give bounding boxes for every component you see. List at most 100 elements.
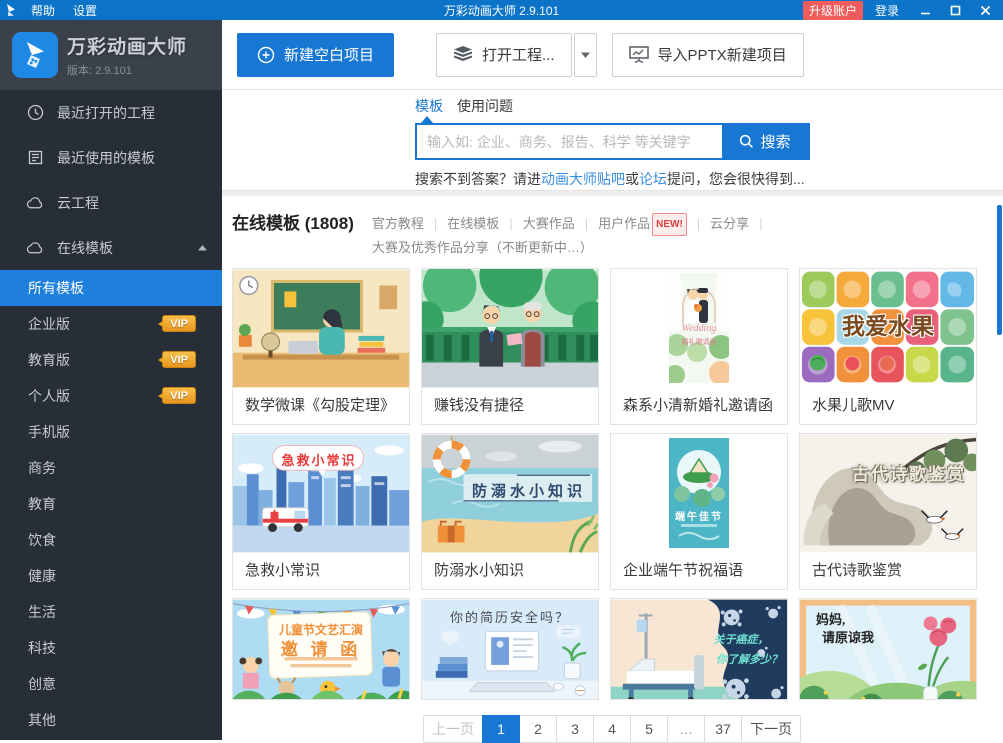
tab-usage-questions[interactable]: 使用问题 [457, 96, 513, 116]
template-thumbnail: 古代诗歌鉴赏 [800, 434, 976, 553]
template-title: 数学微课《勾股定理》 [233, 388, 409, 424]
template-card[interactable]: 你的简历安全吗？ [421, 598, 599, 700]
new-blank-project-button[interactable]: 新建空白项目 [237, 33, 394, 77]
template-thumbnail: 防溺水小知识 [422, 434, 598, 553]
thumb-overlay-text: 婚礼邀请函 [669, 337, 729, 347]
thumb-overlay-text: 请原谅我 [822, 627, 874, 646]
vip-badge: VIP [162, 351, 196, 368]
import-pptx-button[interactable]: 导入PPTX新建项目 [612, 33, 804, 77]
sidebar-item-other[interactable]: 其他 [0, 702, 222, 738]
menu-settings[interactable]: 设置 [64, 2, 106, 19]
sidebar-item-enterprise[interactable]: 企业版VIP [0, 306, 222, 342]
sidebar-item-recent-templates[interactable]: 最近使用的模板 [0, 135, 222, 180]
link-label: 云分享 [710, 216, 749, 231]
template-card[interactable]: 急救小常识 急救小常识 [232, 433, 410, 590]
sidebar-item-recent-projects[interactable]: 最近打开的工程 [0, 90, 222, 135]
link-official-tutorial[interactable]: 官方教程 [372, 216, 424, 231]
button-label: 搜索 [760, 131, 790, 152]
sidebar-item-personal[interactable]: 个人版VIP [0, 378, 222, 414]
template-thumbnail: 急救小常识 [233, 434, 409, 553]
sidebar-item-label: 教育 [28, 494, 56, 514]
sidebar-item-life[interactable]: 生活 [0, 594, 222, 630]
circle-plus-icon [257, 46, 275, 64]
open-project-button[interactable]: 打开工程... [436, 33, 572, 77]
link-label: 用户作品 [598, 216, 650, 231]
prev-page-button[interactable]: 上一页 [423, 715, 483, 743]
sidebar-item-label: 在线模板 [57, 238, 113, 258]
help-text: 或 [625, 171, 639, 187]
sidebar-item-all-templates[interactable]: 所有模板 [0, 270, 222, 306]
tieba-link[interactable]: 动画大师贴吧 [541, 171, 625, 187]
sidebar-item-label: 最近使用的模板 [57, 148, 155, 168]
template-card[interactable]: 妈妈, 请原谅我 [799, 598, 977, 700]
cloud-icon [26, 194, 44, 212]
page-ellipsis: … [667, 715, 705, 743]
sidebar-item-label: 所有模板 [28, 278, 84, 298]
content-area: 在线模板 (1808) 官方教程在线模板大赛作品用户作品NEW!云分享大赛及优秀… [222, 196, 1003, 743]
thumb-overlay-text: 邀 请 函 [269, 635, 373, 660]
sidebar-item-label: 饮食 [28, 530, 56, 550]
link-user-works[interactable]: 用户作品NEW! [575, 216, 687, 231]
app-name: 万彩动画大师 [67, 32, 187, 59]
template-icon [26, 149, 44, 167]
page-button-2[interactable]: 2 [519, 715, 557, 743]
sidebar-item-label: 企业版 [28, 314, 70, 334]
template-card[interactable]: Wedding 婚礼邀请函 森系小清新婚礼邀请函 [610, 268, 788, 425]
template-card[interactable]: 防溺水小知识 防溺水小知识 [421, 433, 599, 590]
template-thumbnail: Wedding 婚礼邀请函 [611, 269, 787, 388]
upgrade-account-button[interactable]: 升级账户 [803, 1, 863, 20]
template-grid: 数学微课《勾股定理》 [222, 258, 1003, 700]
template-card[interactable]: 端午佳节 企业端午节祝福语 [610, 433, 788, 590]
next-page-button[interactable]: 下一页 [741, 715, 801, 743]
pagination: 上一页 1 2 3 4 5 … 37 下一页 [222, 715, 1003, 743]
template-thumbnail [233, 269, 409, 388]
template-card[interactable]: 我爱水果 水果儿歌MV [799, 268, 977, 425]
template-card[interactable]: 古代诗歌鉴赏 古代诗歌鉴赏 [799, 433, 977, 590]
template-thumbnail: 端午佳节 [611, 434, 787, 553]
thumb-overlay-text: 妈妈, [816, 609, 845, 628]
search-button[interactable]: 搜索 [722, 125, 808, 158]
page-button-4[interactable]: 4 [593, 715, 631, 743]
link-cloud-share[interactable]: 云分享 [687, 216, 749, 231]
open-project-dropdown[interactable] [574, 33, 597, 77]
login-button[interactable]: 登录 [865, 2, 909, 19]
search-input[interactable] [417, 125, 722, 158]
sidebar-item-online-templates[interactable]: 在线模板 [0, 225, 222, 270]
sidebar-item-label: 商务 [28, 458, 56, 478]
minimize-icon[interactable] [911, 0, 939, 20]
sidebar-item-business[interactable]: 商务 [0, 450, 222, 486]
sidebar-item-creative[interactable]: 创意 [0, 666, 222, 702]
titlebar: 帮助 设置 万彩动画大师 2.9.101 升级账户 登录 [0, 0, 1003, 20]
menu-help[interactable]: 帮助 [22, 2, 64, 19]
sidebar-item-technology[interactable]: 科技 [0, 630, 222, 666]
close-icon[interactable] [971, 0, 999, 20]
sidebar-item-education-ed[interactable]: 教育版VIP [0, 342, 222, 378]
page-button-37[interactable]: 37 [704, 715, 742, 743]
sidebar-item-mobile[interactable]: 手机版 [0, 414, 222, 450]
link-contest-works[interactable]: 大赛作品 [499, 216, 574, 231]
sidebar-item-food[interactable]: 饮食 [0, 522, 222, 558]
template-card[interactable]: 关于癌症， 你了解多少？ [610, 598, 788, 700]
sidebar-item-label: 个人版 [28, 386, 70, 406]
sidebar-item-label: 生活 [28, 602, 56, 622]
button-label: 导入PPTX新建项目 [658, 44, 787, 65]
link-online-templates[interactable]: 在线模板 [424, 216, 499, 231]
sidebar-item-cloud-projects[interactable]: 云工程 [0, 180, 222, 225]
collapse-arrow-icon[interactable] [198, 245, 207, 251]
template-card[interactable]: 赚钱没有捷径 [421, 268, 599, 425]
sidebar-item-health[interactable]: 健康 [0, 558, 222, 594]
template-card[interactable]: 儿童节文艺汇演 邀 请 函 [232, 598, 410, 700]
page-button-3[interactable]: 3 [556, 715, 594, 743]
search-help-text: 搜索不到答案？请进动画大师贴吧或论坛提问，您会很快得到... [415, 169, 810, 189]
tab-template-search[interactable]: 模板 [415, 96, 443, 116]
page-button-5[interactable]: 5 [630, 715, 668, 743]
vertical-scrollbar-thumb[interactable] [997, 205, 1002, 335]
sidebar-item-education[interactable]: 教育 [0, 486, 222, 522]
template-title: 急救小常识 [233, 553, 409, 589]
template-card[interactable]: 数学微课《勾股定理》 [232, 268, 410, 425]
thumb-overlay-text: 你了解多少？ [707, 651, 787, 667]
page-button-1[interactable]: 1 [482, 715, 520, 743]
maximize-icon[interactable] [941, 0, 969, 20]
app-version: 版本: 2.9.101 [67, 62, 187, 78]
forum-link[interactable]: 论坛 [639, 171, 667, 187]
